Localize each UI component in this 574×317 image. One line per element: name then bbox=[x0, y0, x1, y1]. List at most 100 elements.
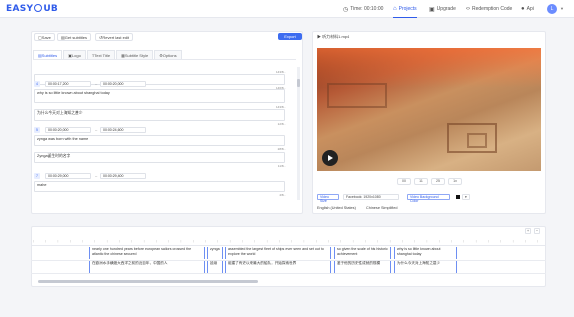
revert-button[interactable]: ↺ Revert last edit bbox=[95, 33, 134, 41]
char-count: 28/8... bbox=[277, 147, 286, 151]
video-frame-ruins bbox=[467, 133, 487, 148]
subtitle-text-input[interactable]: why is so little known about shanghai to… bbox=[34, 89, 285, 103]
playback-control[interactable]: 25 bbox=[431, 178, 445, 185]
time-separator: – bbox=[95, 127, 98, 132]
nav-projects[interactable]: ⌂ Projects bbox=[393, 0, 417, 18]
start-time-input[interactable]: 00:00:17,200 bbox=[45, 81, 91, 87]
nav-redemption-code[interactable]: ‹› Redemption Code bbox=[466, 0, 512, 18]
ruler-tick: | bbox=[106, 240, 108, 243]
subtitle-row: 143/8... bbox=[33, 60, 288, 74]
ruler-tick: | bbox=[168, 240, 169, 243]
ruler-tick: | bbox=[463, 240, 465, 243]
end-time-input[interactable]: 00:00:24,600 bbox=[100, 127, 146, 133]
subtitle-index: 7 bbox=[34, 173, 40, 179]
language-option[interactable]: Chinese Simplified bbox=[366, 206, 397, 210]
video-frame-glow bbox=[317, 48, 541, 88]
bg-color-swatch[interactable] bbox=[456, 195, 460, 199]
ruler-tick: | bbox=[488, 240, 489, 243]
start-time-input[interactable]: 00:00:29,000 bbox=[45, 173, 91, 179]
zoom-out-icon[interactable]: − bbox=[534, 228, 540, 234]
playback-control[interactable]: 00 bbox=[397, 178, 411, 185]
timeline-clip[interactable]: assembled the largest fleet of ships eve… bbox=[225, 247, 331, 259]
save-button[interactable]: ▢ Save bbox=[34, 33, 55, 41]
timeline-clip[interactable]: 组建了有史以来最大的船队，开始探索世界 bbox=[225, 261, 331, 273]
get-subtitles-button[interactable]: ▤ Get subtitles bbox=[57, 33, 92, 41]
scrollbar-thumb[interactable] bbox=[297, 79, 300, 87]
timeline-clip[interactable]: 为什么今天对上海知之甚少 bbox=[394, 261, 457, 273]
subtitle-list-scrollbar[interactable] bbox=[297, 67, 300, 200]
ruler-tick: | bbox=[340, 240, 342, 243]
ruler-tick: | bbox=[512, 240, 514, 243]
playback-control[interactable]: 1x bbox=[448, 178, 462, 185]
timeline-clip[interactable]: 在欧洲水手横渡大西洋之前的近百年，中国的人 bbox=[89, 261, 205, 273]
logo-ring-icon bbox=[34, 4, 43, 12]
play-button[interactable] bbox=[322, 150, 338, 166]
subtitle-row: Zynga诞生时的名字 11/8... bbox=[33, 152, 288, 168]
char-count: 11/8... bbox=[277, 164, 286, 168]
nav-time: ◷ Time: 00:10:00 bbox=[343, 6, 384, 13]
ruler-tick: | bbox=[402, 240, 403, 243]
ruler-tick: | bbox=[242, 240, 243, 243]
nav-api[interactable]: ● Api bbox=[521, 0, 534, 18]
ruler-tick: | bbox=[475, 240, 477, 243]
timeline-scrollbar[interactable] bbox=[38, 280, 258, 283]
top-bar: EASY UB ◷ Time: 00:10:00 ⌂ Projects ▣ Upgrad… bbox=[0, 0, 574, 18]
ruler-tick: | bbox=[94, 240, 96, 243]
ruler-tick: | bbox=[414, 240, 415, 243]
tab-subtitle-style[interactable]: ▦ Subtitle Style bbox=[116, 50, 154, 59]
timeline-clip[interactable]: nearly one hundred years before european… bbox=[89, 247, 205, 259]
ruler-tick: | bbox=[426, 240, 428, 243]
tab-logo[interactable]: ▣ Logo bbox=[63, 50, 86, 59]
timeline-clip[interactable]: 延续 bbox=[207, 261, 223, 273]
zoom-in-icon[interactable]: + bbox=[525, 228, 531, 234]
timeline-clip[interactable]: why is so little known about shanghai to… bbox=[394, 247, 457, 259]
timeline-clip[interactable]: 鉴于他的历史性成就的规模 bbox=[334, 261, 391, 273]
playback-control[interactable]: 11 bbox=[414, 178, 428, 185]
video-size-select[interactable]: Facebook: 1920x1080 bbox=[343, 194, 399, 200]
ruler-tick: | bbox=[57, 240, 59, 243]
tab-options[interactable]: ⚙ Options bbox=[154, 50, 182, 59]
lock-icon: ▣ bbox=[429, 6, 435, 13]
ruler-tick: | bbox=[389, 240, 391, 243]
video-size-button[interactable]: Video Size bbox=[317, 194, 339, 203]
ruler-tick: | bbox=[451, 240, 452, 243]
ruler-tick: | bbox=[365, 240, 366, 243]
tab-subtitles[interactable]: ▤ Subtitles bbox=[33, 50, 63, 59]
subtitle-index: 4 bbox=[34, 81, 40, 87]
bg-color-button[interactable]: Video Background Color bbox=[407, 194, 450, 203]
nav-upgrade[interactable]: ▣ Upgrade bbox=[429, 0, 456, 18]
subtitle-index: 5 bbox=[34, 127, 40, 133]
export-button[interactable]: Export bbox=[278, 33, 302, 40]
subtitle-row: 为什么今天对上海知之甚少 12/8... bbox=[33, 109, 288, 126]
ruler-tick: | bbox=[279, 240, 280, 243]
subtitle-translation-input[interactable]: 为什么今天对上海知之甚少 bbox=[34, 109, 285, 121]
subtitle-text-input[interactable]: zynga was born with the name bbox=[34, 135, 285, 146]
start-time-input[interactable]: 00:00:20,000 bbox=[45, 127, 91, 133]
time-separator: – bbox=[95, 81, 98, 86]
logo[interactable]: EASY UB bbox=[6, 4, 58, 14]
ruler-tick: | bbox=[315, 240, 317, 243]
ruler-tick: | bbox=[328, 240, 329, 243]
end-time-input[interactable]: 00:00:29,400 bbox=[100, 173, 146, 179]
avatar[interactable]: L bbox=[547, 4, 557, 14]
ruler-tick: | bbox=[229, 240, 231, 243]
ruler-tick: | bbox=[500, 240, 502, 243]
video-preview[interactable] bbox=[317, 48, 541, 171]
ruler-tick: | bbox=[156, 240, 157, 243]
subtitle-translation-input[interactable]: Zynga诞生时的名字 bbox=[34, 152, 285, 163]
subtitle-text-input[interactable]: mahe bbox=[34, 181, 285, 192]
language-option[interactable]: English (United States) bbox=[317, 206, 356, 210]
end-time-input[interactable]: 00:00:20,000 bbox=[100, 81, 146, 87]
ruler-tick: | bbox=[537, 240, 538, 243]
ruler-tick: | bbox=[82, 240, 83, 243]
tab-text-title[interactable]: T Text Title bbox=[86, 50, 116, 59]
timeline-clip[interactable]: zynga bbox=[207, 247, 223, 259]
timeline-ruler[interactable]: | | | | | | | | | | | | | | | | | | | | | | | | | | | | | | | | | | | | | | | |… bbox=[31, 238, 546, 246]
ruler-tick: | bbox=[119, 240, 120, 243]
ruler-tick: | bbox=[525, 240, 526, 243]
chevron-down-icon[interactable]: ▼ bbox=[560, 6, 564, 11]
chevron-down-icon[interactable]: ▾ bbox=[462, 194, 470, 200]
char-count: 4/8... bbox=[279, 193, 286, 197]
ruler-tick: | bbox=[143, 240, 145, 243]
timeline-clip[interactable]: so given the scale of his historic achie… bbox=[334, 247, 391, 259]
